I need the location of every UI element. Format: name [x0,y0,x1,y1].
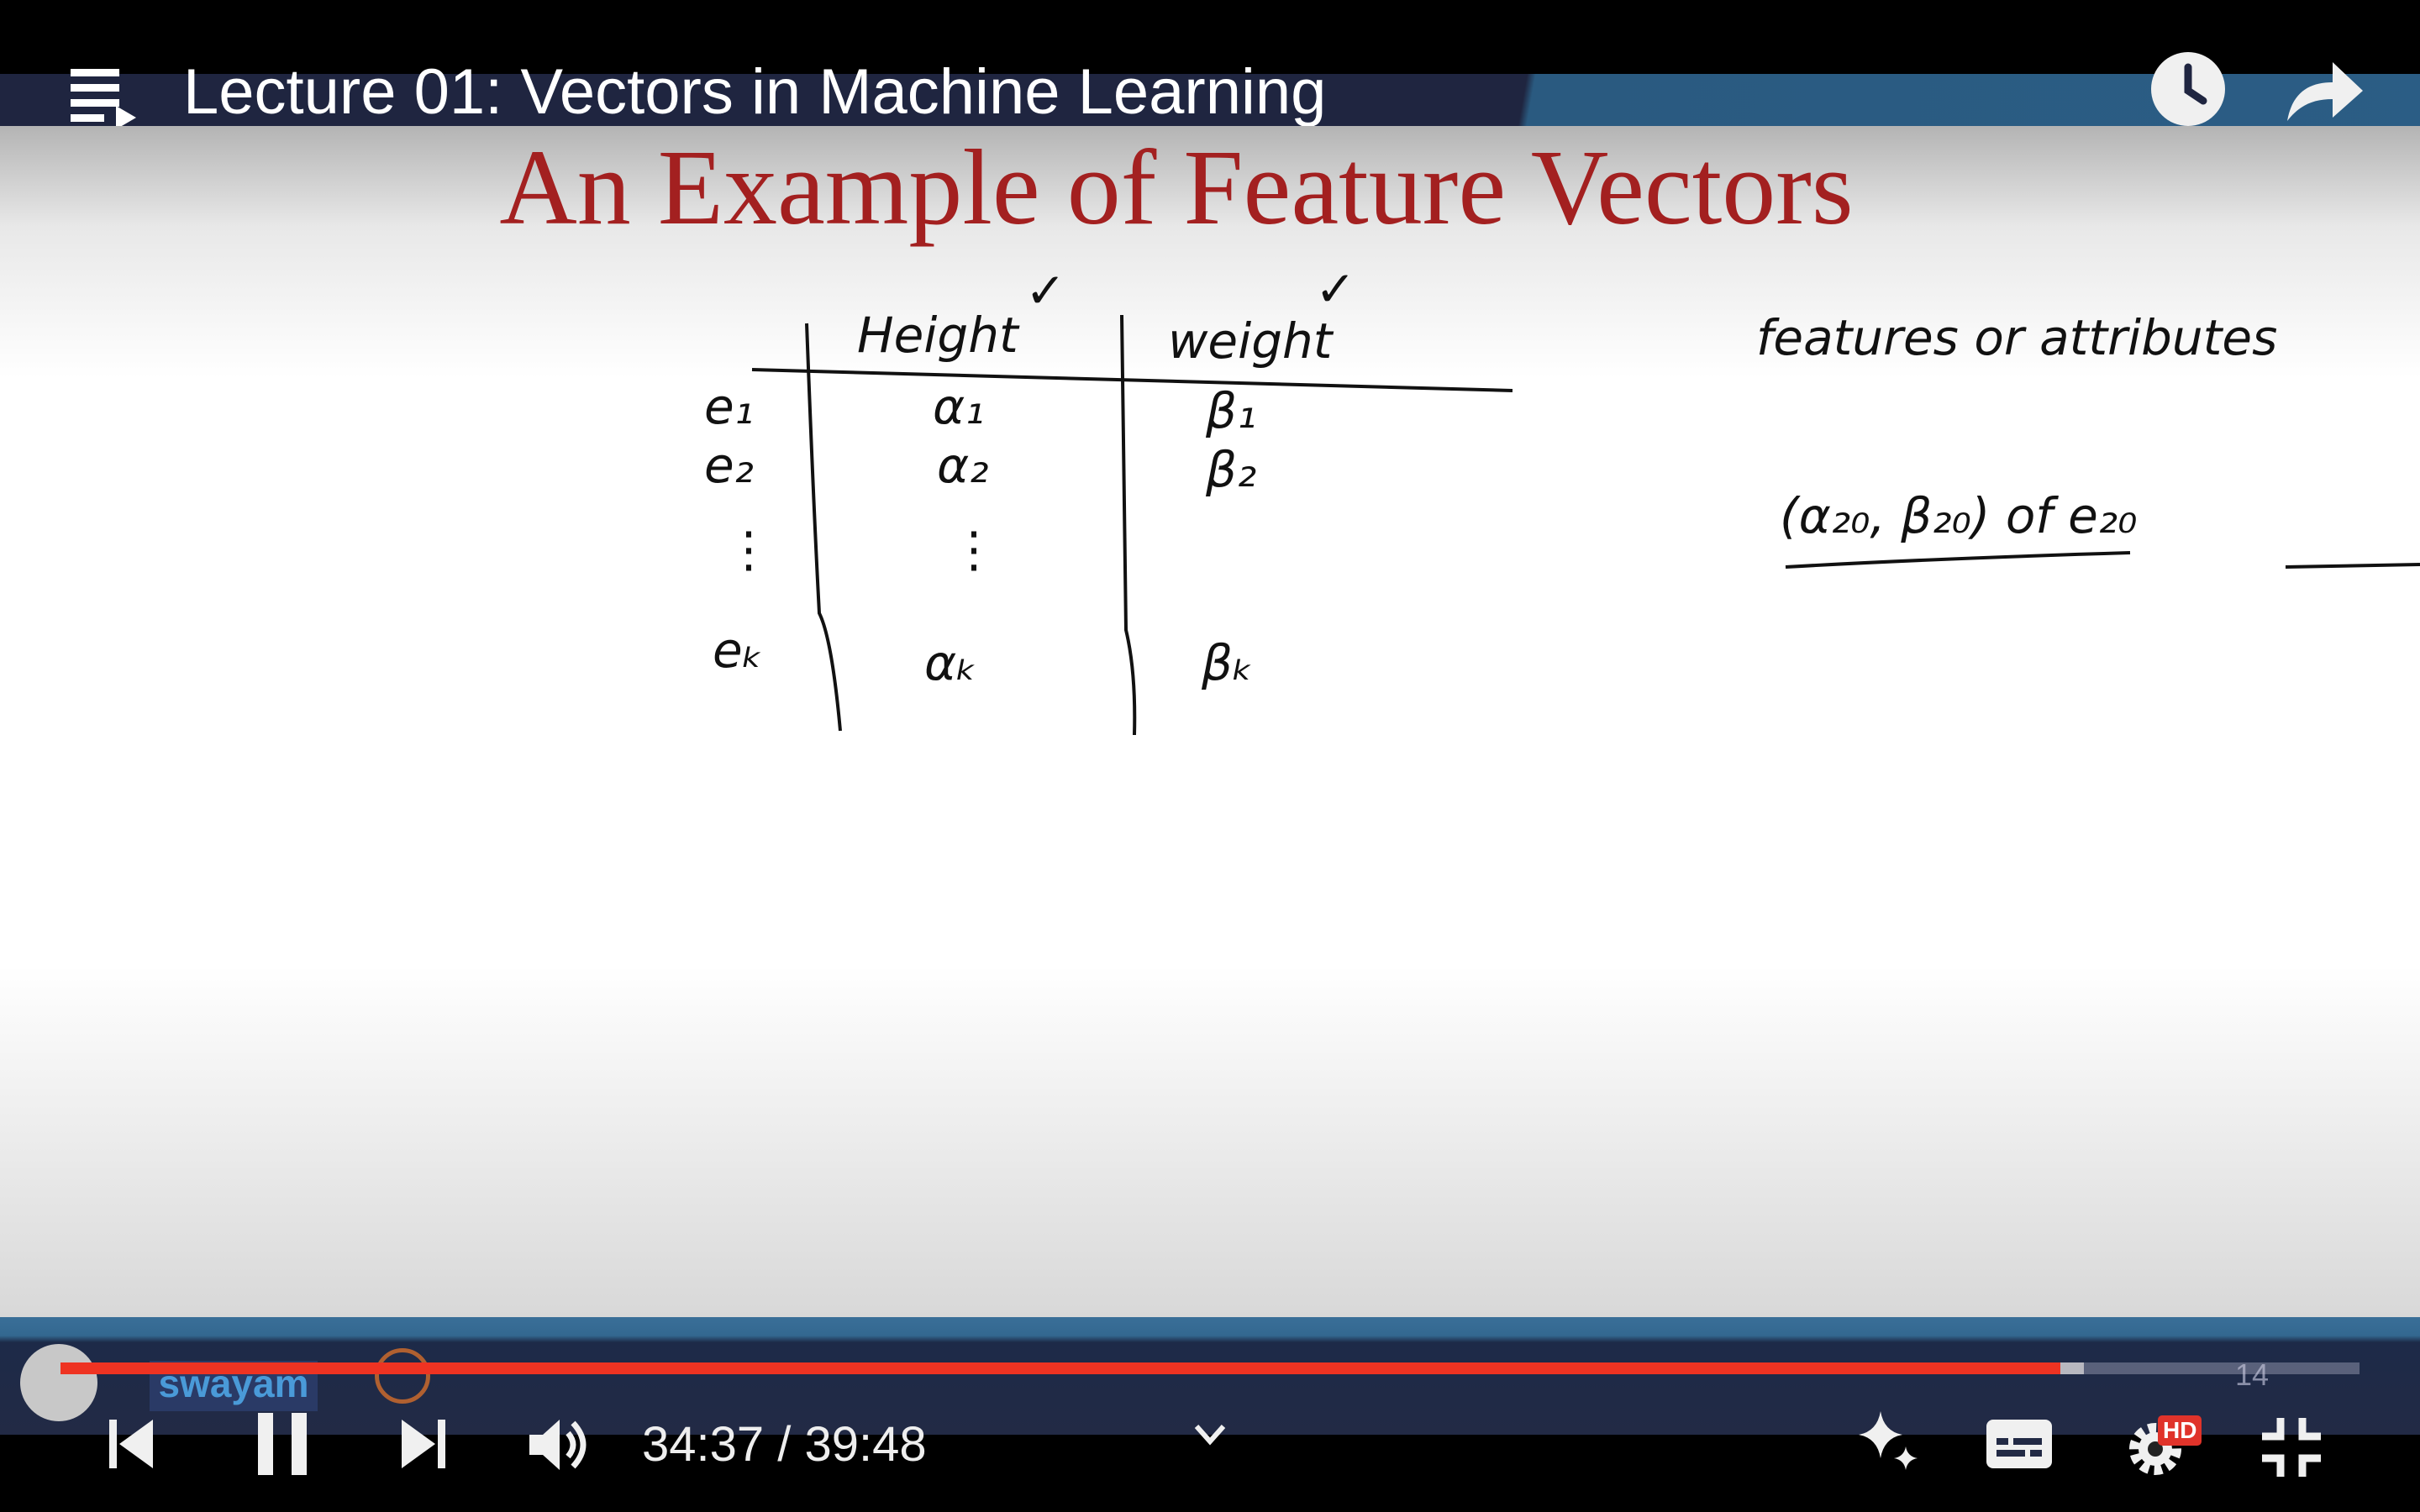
next-button[interactable] [400,1418,447,1474]
institution-logo [20,1344,97,1421]
cell: α₂ [937,437,989,494]
column-header-height: Height [857,307,1018,364]
nptel-logo [375,1348,430,1404]
row-label: ⋮ [724,521,773,578]
chevron-down-icon[interactable] [1193,1423,1227,1451]
check-mark: ✓ [1025,262,1066,319]
time-display: 34:37 / 39:48 [642,1417,927,1472]
cell: α₁ [933,378,985,435]
subtitles-icon[interactable] [1986,1420,2052,1473]
cell: β₂ [1206,441,1257,498]
sparkle-icon[interactable] [1859,1411,1919,1476]
cell: ⋮ [950,521,998,578]
handwritten-table-lines [751,314,2420,736]
volume-icon[interactable] [529,1418,590,1476]
slide-footer-band [0,1317,2420,1435]
check-mark: ✓ [1315,260,1356,318]
cell: β₁ [1206,382,1257,439]
column-header-weight: weight [1168,312,1333,370]
note-feature-vector-e20: (α₂₀, β₂₀) of e₂₀ [1780,487,2138,544]
hd-badge: HD [2158,1415,2202,1446]
row-label: e₂ [704,437,754,494]
progress-played [60,1362,2061,1374]
pause-button[interactable] [256,1413,310,1479]
exit-fullscreen-icon[interactable] [2262,1418,2321,1481]
row-label: eₖ [713,622,764,679]
cell: αₖ [924,634,977,691]
cell: βₖ [1202,634,1254,691]
row-label: e₁ [704,378,754,435]
note-features-or-attributes: features or attributes [1756,309,2278,366]
previous-button[interactable] [109,1418,156,1474]
